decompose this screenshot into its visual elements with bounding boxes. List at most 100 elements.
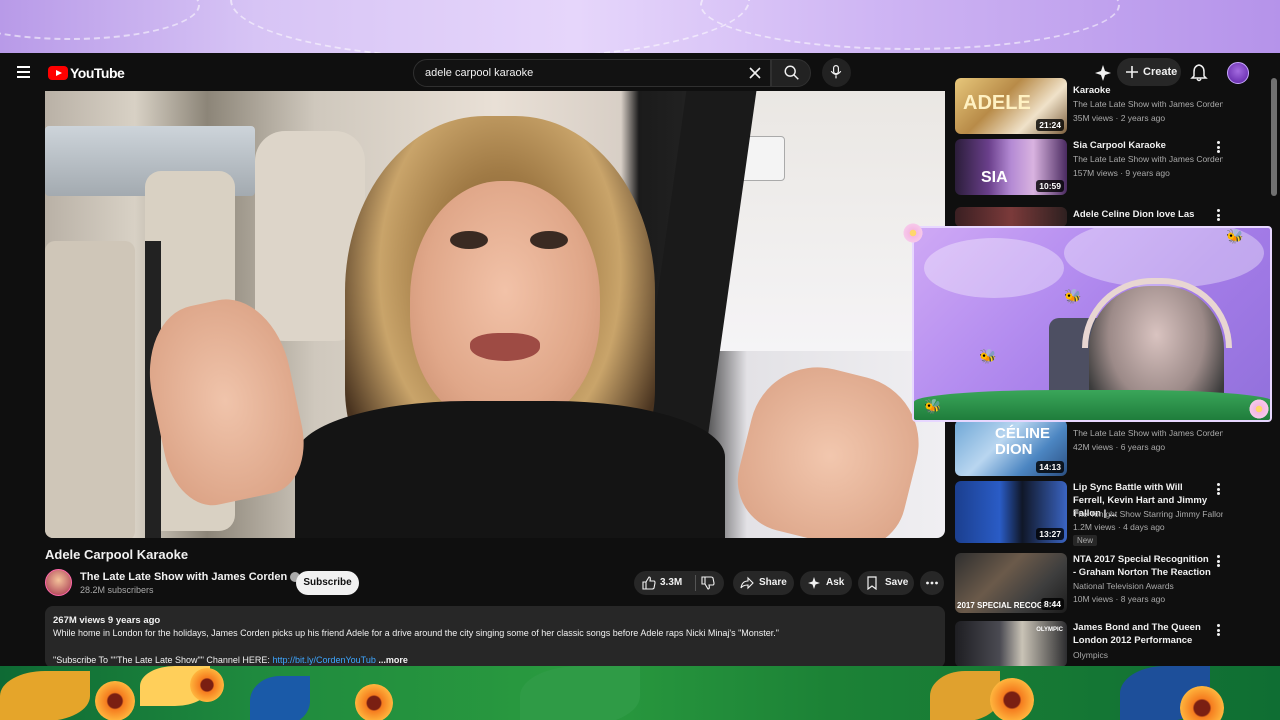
video-thumbnail[interactable] [955, 207, 1067, 227]
recommendation-item[interactable]: CÉLINE DION 14:13 The Late Late Show wit… [955, 420, 1225, 476]
create-label: Create [1143, 66, 1178, 78]
pill-divider [695, 575, 696, 591]
video-thumbnail[interactable]: CÉLINE DION 14:13 [955, 420, 1067, 476]
video-duration: 14:13 [1036, 461, 1064, 473]
overlay-swirl [0, 0, 200, 40]
channel-name-text[interactable]: The Late Late Show with James Corden [80, 571, 287, 583]
video-thumbnail[interactable]: SIA 10:59 [955, 139, 1067, 195]
more-options-icon[interactable] [1215, 141, 1221, 155]
ask-button[interactable]: Ask [800, 571, 852, 595]
video-thumbnail[interactable]: 2017 SPECIAL RECOGNIT 8:44 [955, 553, 1067, 613]
thumbnail-text: SIA [981, 169, 1008, 186]
sidebar-scrollbar[interactable] [1271, 78, 1277, 196]
video-duration: 10:59 [1036, 180, 1064, 192]
video-title[interactable]: Sia Carpool Karaoke [1073, 139, 1211, 152]
bee-icon: 🐝 [1226, 228, 1244, 244]
video-title[interactable]: James Bond and The Queen London 2012 Per… [1073, 621, 1211, 647]
overlay-leaf [0, 671, 90, 720]
subscribe-button[interactable]: Subscribe [296, 571, 359, 595]
video-title[interactable]: Karaoke [1073, 84, 1211, 97]
youtube-logo[interactable]: YouTube [48, 65, 125, 81]
recommendation-item[interactable]: Adele Celine Dion love Las [955, 207, 1225, 227]
video-player[interactable] [45, 91, 945, 538]
channel-name[interactable]: The Late Late Show with James Corden... [1073, 99, 1223, 109]
channel-name[interactable]: National Television Awards [1073, 581, 1223, 591]
recommendation-item[interactable]: 13:27 Lip Sync Battle with Will Ferrell,… [955, 481, 1225, 546]
recommendation-item[interactable]: 2017 SPECIAL RECOGNIT 8:44 NTA 2017 Spec… [955, 553, 1225, 613]
plus-icon [1126, 66, 1138, 78]
video-duration: 8:44 [1040, 598, 1064, 610]
like-icon[interactable] [642, 576, 656, 590]
video-title[interactable]: Adele Celine Dion love Las [1073, 208, 1211, 221]
video-thumbnail[interactable]: OLYMPIC [955, 621, 1067, 667]
description-subscribe-text: "Subscribe To ""The Late Late Show"" Cha… [53, 655, 273, 665]
thumbnail-text: OLYMPIC [1036, 627, 1063, 633]
video-frame-seat [45, 241, 135, 538]
video-title: Adele Carpool Karaoke [45, 547, 189, 562]
view-count-date: 42M views · 6 years ago [1073, 442, 1166, 452]
save-button[interactable]: Save [858, 571, 914, 595]
more-options-icon[interactable] [1215, 483, 1221, 497]
video-thumbnail[interactable]: 13:27 [955, 481, 1067, 543]
video-thumbnail[interactable]: ADELE 21:24 [955, 78, 1067, 134]
video-frame-hand [726, 352, 934, 538]
youtube-play-icon [48, 66, 68, 80]
description-link[interactable]: http://bit.ly/CordenYouTub [272, 655, 375, 665]
headphones-icon [1082, 278, 1232, 348]
dislike-icon[interactable] [701, 576, 715, 590]
more-options-icon[interactable] [1215, 624, 1221, 638]
channel-name[interactable]: The Late Late Show with James Corden... [1073, 154, 1223, 164]
more-options-icon[interactable] [1215, 555, 1221, 569]
search-input[interactable]: adele carpool karaoke [413, 59, 771, 87]
bee-icon: 🐝 [924, 398, 942, 414]
recommendation-item[interactable]: SIA 10:59 Sia Carpool Karaoke The Late L… [955, 139, 1225, 195]
video-frame-face [410, 181, 600, 426]
menu-icon[interactable] [14, 63, 34, 83]
bee-icon: 🐝 [1064, 288, 1082, 304]
channel-name[interactable]: The Late Late Show with James Corden [80, 571, 301, 583]
overlay-swirl [230, 0, 750, 53]
video-frame-mouth [470, 333, 540, 361]
more-actions-button[interactable] [920, 571, 944, 595]
flower-icon [1248, 398, 1270, 420]
show-more-button[interactable]: ...more [378, 655, 408, 665]
account-avatar[interactable] [1227, 62, 1249, 84]
share-icon [740, 576, 754, 590]
description-box[interactable]: 267M views 9 years ago While home in Lon… [45, 606, 945, 668]
overlay-leaf [520, 666, 640, 720]
screen: YouTube adele carpool karaoke Create Ade… [0, 0, 1280, 720]
view-count-date: 1.2M views · 4 days ago [1073, 522, 1165, 532]
share-button[interactable]: Share [733, 571, 794, 595]
microphone-icon [830, 65, 842, 79]
description-text: While home in London for the holidays, J… [53, 628, 779, 638]
voice-search-button[interactable] [822, 58, 851, 87]
overlay-swirl [700, 0, 1120, 50]
overlay-flower [1180, 686, 1224, 720]
subscriber-count: 28.2M subscribers [80, 585, 154, 595]
logo-text: YouTube [70, 65, 125, 81]
channel-name[interactable]: The Tonight Show Starring Jimmy Fallon..… [1073, 509, 1223, 519]
more-horizontal-icon [926, 581, 938, 585]
clear-search-icon[interactable] [746, 64, 764, 82]
channel-name[interactable]: The Late Late Show with James Corden... [1073, 428, 1223, 438]
video-title[interactable]: NTA 2017 Special Recognition - Graham No… [1073, 553, 1211, 579]
flower-icon [902, 222, 924, 244]
like-dislike-group: 3.3M [634, 571, 724, 595]
search-icon [784, 65, 799, 80]
description-subscribe-line: "Subscribe To ""The Late Late Show"" Cha… [53, 655, 408, 665]
view-count-date: 157M views · 9 years ago [1073, 168, 1170, 178]
thumbnail-text: ADELE [963, 92, 1031, 114]
like-count[interactable]: 3.3M [660, 577, 682, 588]
view-count-date: 267M views 9 years ago [53, 615, 161, 626]
channel-avatar[interactable] [45, 569, 72, 596]
bee-icon: 🐝 [979, 348, 997, 364]
recommendation-item[interactable]: OLYMPIC James Bond and The Queen London … [955, 621, 1225, 667]
search-button[interactable] [771, 59, 811, 87]
search-query[interactable]: adele carpool karaoke [425, 67, 533, 79]
channel-name[interactable]: Olympics [1073, 650, 1223, 660]
stream-overlay-top [0, 0, 1280, 53]
stream-overlay-bottom [0, 666, 1280, 720]
more-options-icon[interactable] [1215, 209, 1221, 223]
recommendation-item[interactable]: ADELE 21:24 Karaoke The Late Late Show w… [955, 78, 1225, 134]
video-duration: 21:24 [1036, 119, 1064, 131]
